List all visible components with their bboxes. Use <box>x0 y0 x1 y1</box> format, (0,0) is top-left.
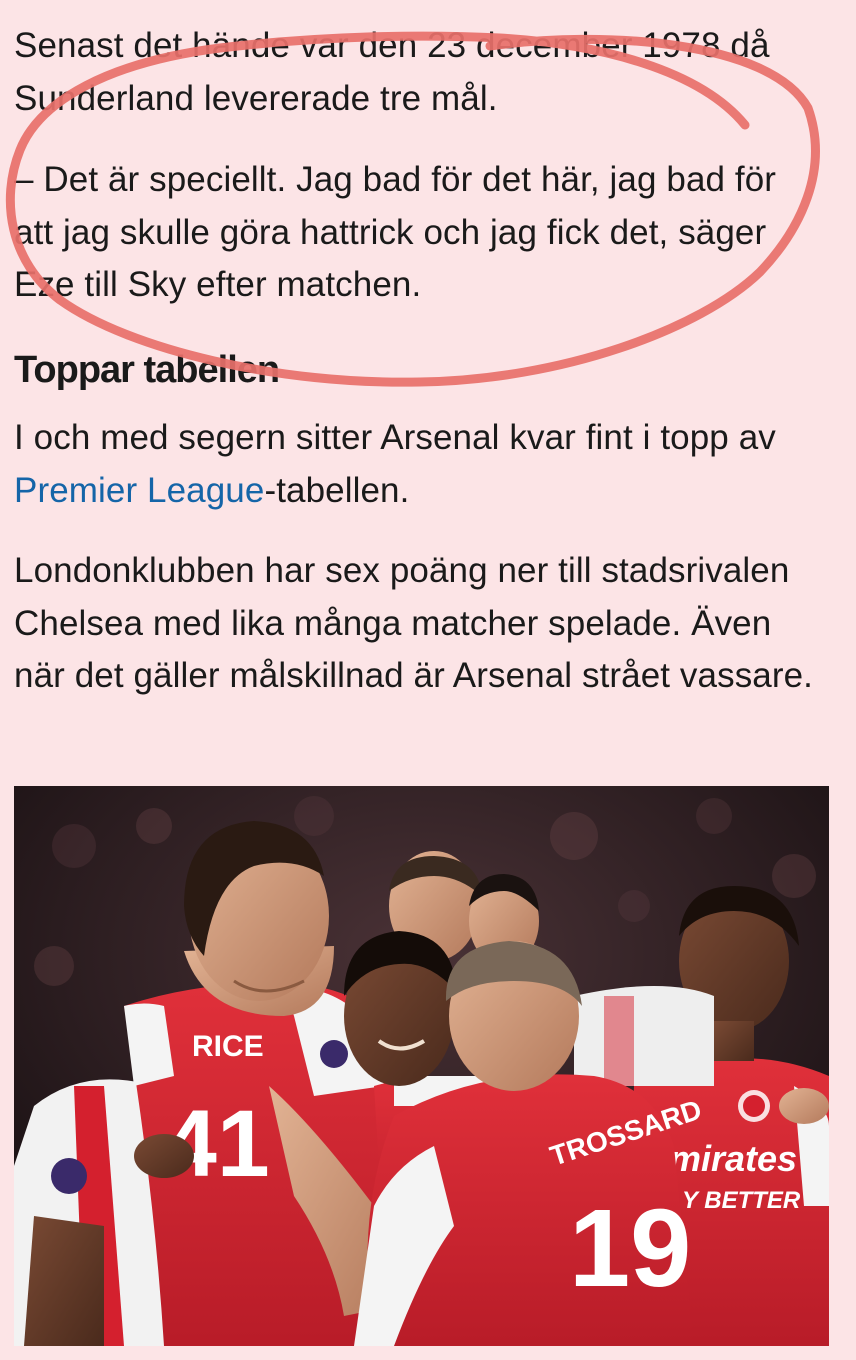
section-heading: Toppar tabellen <box>14 349 280 391</box>
players-celebrating-image: mirates Y BETTER RICE 41 TROSSARD 19 <box>14 786 829 1346</box>
quote-paragraph: – Det är speciellt. Jag bad för det här,… <box>14 160 777 304</box>
jersey-number: 19 <box>569 1187 691 1310</box>
article-paragraph: Londonklubben har sex poäng ner till sta… <box>14 551 814 695</box>
sponsor-text: mirates <box>669 1138 797 1179</box>
jersey-name: RICE <box>192 1030 264 1063</box>
sponsor-text: Y BETTER <box>682 1187 801 1214</box>
premier-league-link[interactable]: Premier League <box>14 471 264 510</box>
article-paragraph: Senast det hände var den 23 december 197… <box>14 26 770 118</box>
paragraph-text: -tabellen. <box>264 470 410 510</box>
article-page: Senast det hände var den 23 december 197… <box>0 0 856 1360</box>
article-photo: mirates Y BETTER RICE 41 TROSSARD 19 <box>14 786 829 1346</box>
article-paragraph: I och med segern sitter Arsenal kvar fin… <box>14 412 814 517</box>
paragraph-text: I och med segern sitter Arsenal kvar fin… <box>14 418 776 457</box>
